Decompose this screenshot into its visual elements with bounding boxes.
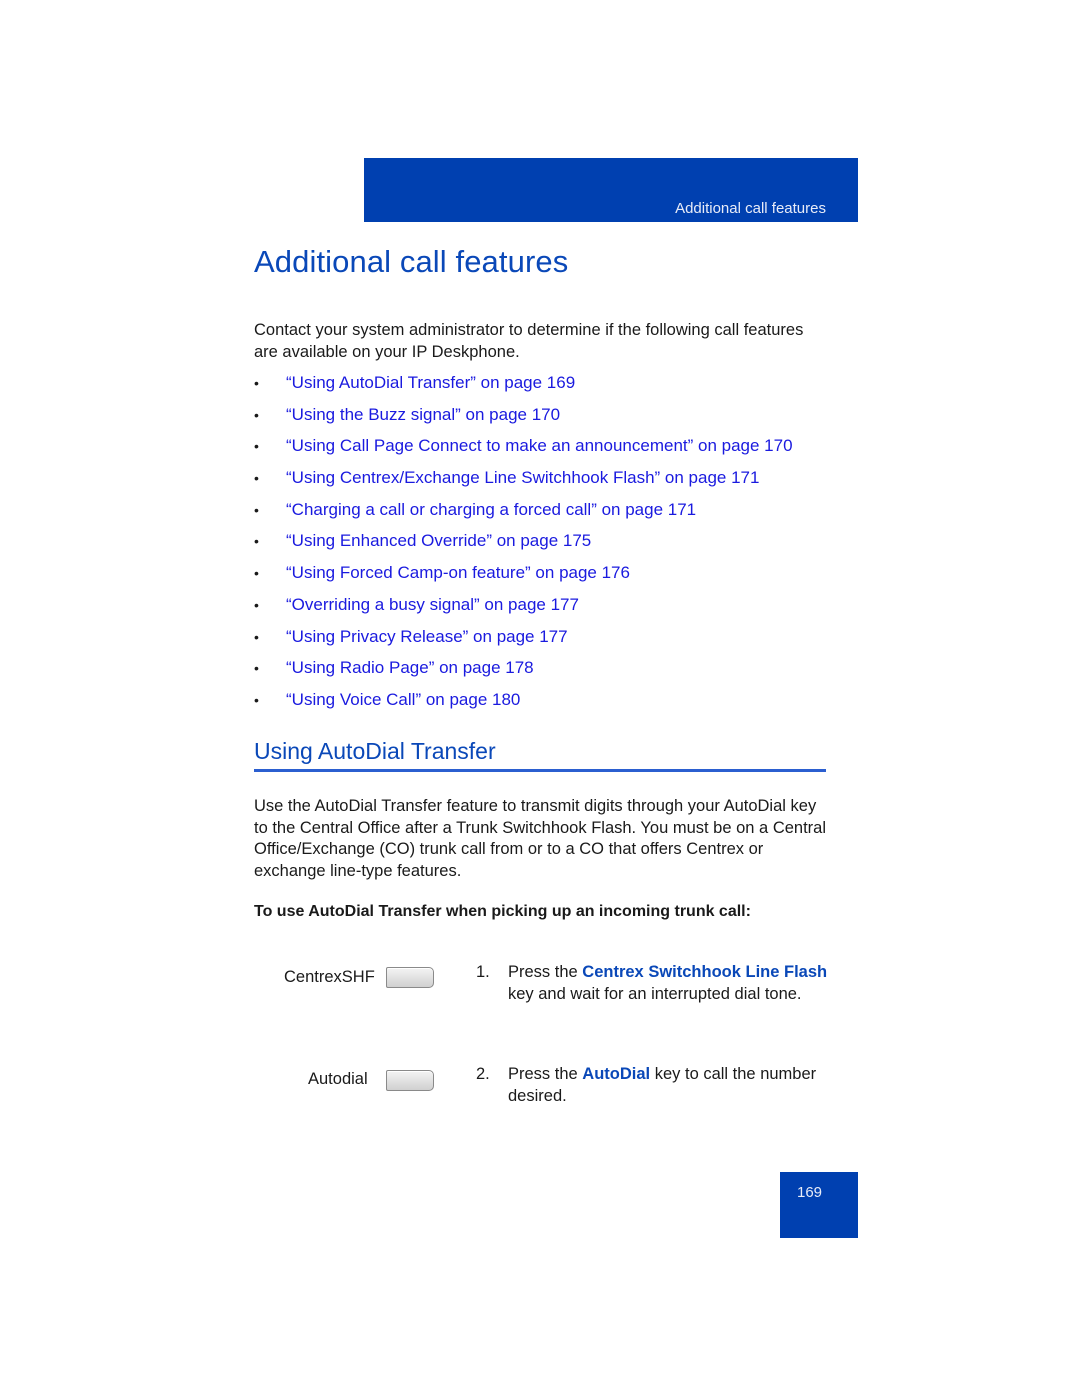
feature-link[interactable]: “Using Voice Call” on page 180 [286, 689, 520, 711]
bullet-icon: • [254, 565, 259, 582]
bullet-icon: • [254, 438, 259, 455]
bullet-icon: • [254, 406, 259, 423]
section-body: Use the AutoDial Transfer feature to tra… [254, 797, 827, 880]
step-text: Press the AutoDial key to call the numbe… [508, 1064, 838, 1107]
feature-link[interactable]: “Using Privacy Release” on page 177 [286, 626, 568, 648]
autodial-key-button[interactable] [386, 1070, 434, 1091]
key-name: Centrex Switchhook Line Flash [582, 963, 828, 981]
feature-link[interactable]: “Overriding a busy signal” on page 177 [286, 594, 579, 616]
key-label-autodial: Autodial [308, 1070, 368, 1088]
step-text: Press the Centrex Switchhook Line Flash … [508, 962, 838, 1005]
feature-link[interactable]: “Using Enhanced Override” on page 175 [286, 530, 591, 552]
procedure-heading: To use AutoDial Transfer when picking up… [254, 903, 751, 920]
feature-link[interactable]: “Using Radio Page” on page 178 [286, 657, 534, 679]
feature-link[interactable]: “Using Centrex/Exchange Line Switchhook … [286, 467, 759, 489]
step-number: 1. [476, 963, 490, 981]
key-name: AutoDial [582, 1065, 651, 1083]
feature-link[interactable]: “Charging a call or charging a forced ca… [286, 499, 696, 521]
section-title: Using AutoDial Transfer [254, 738, 496, 764]
step-prefix: Press the [508, 1065, 583, 1083]
bullet-icon: • [254, 533, 259, 550]
bullet-icon: • [254, 470, 259, 487]
bullet-icon: • [254, 660, 259, 677]
bullet-icon: • [254, 501, 259, 518]
header-band: Additional call features [364, 158, 858, 222]
feature-link[interactable]: “Using AutoDial Transfer” on page 169 [286, 372, 575, 394]
page-number: 169 [797, 1184, 823, 1201]
running-title: Additional call features [675, 200, 826, 217]
feature-link[interactable]: “Using Call Page Connect to make an anno… [286, 435, 793, 457]
key-label-centrexshf: CentrexSHF [284, 968, 375, 986]
centrexshf-key-button[interactable] [386, 967, 434, 988]
step-prefix: Press the [508, 963, 583, 981]
bullet-icon: • [254, 375, 259, 391]
bullet-icon: • [254, 596, 259, 613]
page-number-box: 169 [780, 1172, 858, 1238]
step-number: 2. [476, 1065, 490, 1083]
intro-paragraph: Contact your system administrator to det… [254, 321, 804, 361]
page-title: Additional call features [254, 244, 569, 279]
feature-link[interactable]: “Using Forced Camp-on feature” on page 1… [286, 562, 630, 584]
bullet-icon: • [254, 628, 259, 645]
bullet-icon: • [254, 691, 259, 708]
feature-link[interactable]: “Using the Buzz signal” on page 170 [286, 404, 560, 426]
step-suffix: key and wait for an interrupted dial ton… [508, 984, 802, 1003]
section-divider [254, 769, 826, 772]
